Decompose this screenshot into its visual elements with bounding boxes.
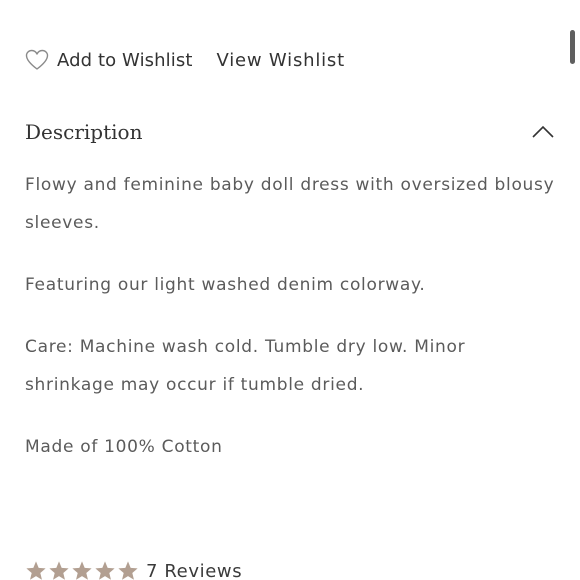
description-paragraph: Flowy and feminine baby doll dress with …	[25, 175, 555, 233]
star-icon	[118, 561, 138, 580]
wishlist-row: Add to Wishlist View Wishlist	[25, 46, 345, 74]
chevron-up-icon[interactable]	[531, 125, 555, 139]
description-content: Flowy and feminine baby doll dress with …	[25, 166, 555, 490]
add-to-wishlist-label: Add to Wishlist	[57, 49, 193, 71]
star-icon	[72, 561, 92, 580]
review-count-link[interactable]: 7 Reviews	[146, 561, 242, 580]
description-paragraph: Made of 100% Cotton	[25, 437, 223, 457]
scrollbar-thumb[interactable]	[570, 30, 575, 64]
description-paragraph: Featuring our light washed denim colorwa…	[25, 275, 426, 295]
description-accordion-header[interactable]: Description	[25, 116, 555, 148]
view-wishlist-link[interactable]: View Wishlist	[217, 50, 345, 71]
add-to-wishlist-button[interactable]: Add to Wishlist	[25, 49, 193, 71]
star-rating	[25, 560, 140, 580]
star-icon	[26, 561, 46, 580]
description-paragraph: Care: Machine wash cold. Tumble dry low.…	[25, 337, 466, 395]
star-icon	[95, 561, 115, 580]
reviews-summary[interactable]: 7 Reviews	[25, 558, 242, 580]
description-title: Description	[25, 120, 143, 144]
heart-outline-icon	[25, 49, 49, 70]
star-icon	[49, 561, 69, 580]
